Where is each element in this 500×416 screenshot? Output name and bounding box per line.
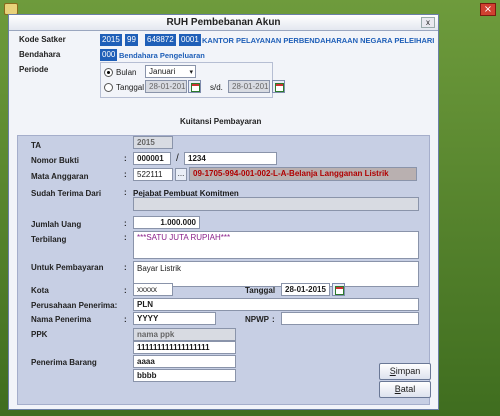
calendar-icon[interactable]	[188, 80, 201, 93]
perusahaan-label: Perusahaan Penerima:	[31, 301, 118, 310]
untuk-pembayaran-input[interactable]: Bayar Listrik	[133, 261, 419, 287]
bendahara-label: Bendahara	[19, 50, 61, 59]
colon: :	[124, 188, 127, 197]
colon: :	[124, 286, 127, 295]
tanggal-radio[interactable]	[104, 83, 113, 92]
colon: :	[124, 170, 127, 179]
mata-anggaran-description: 09-1705-994-001-002-L-A-Belanja Langgana…	[189, 167, 417, 181]
tanggal-input[interactable]: 28-01-2015	[281, 283, 330, 296]
calendar-icon[interactable]	[332, 283, 345, 296]
kode-satker-label: Kode Satker	[19, 35, 66, 44]
bendahara-code[interactable]: 000	[100, 49, 118, 61]
outer-close-icon[interactable]: ×	[480, 3, 496, 16]
batal-label: atal	[400, 384, 416, 394]
terbilang-label: Terbilang	[31, 235, 67, 244]
tanggal-radio-label: Tanggal	[116, 83, 145, 92]
ruh-window: RUH Pembebanan Akun x Kode Satker 2015 9…	[8, 14, 439, 410]
chevron-down-icon: ▾	[189, 69, 193, 76]
ppk-nip-input[interactable]: 111111111111111111	[133, 341, 236, 354]
npwp-label: NPWP	[245, 315, 269, 324]
nomor-bukti-input-2[interactable]: 1234	[184, 152, 277, 165]
tanggal-to-input[interactable]: 28-01-2015	[228, 80, 270, 93]
perusahaan-input[interactable]: PLN	[133, 298, 419, 311]
mata-anggaran-code[interactable]: 522111	[133, 168, 173, 181]
sudah-terima-input[interactable]	[133, 197, 419, 211]
simpan-button[interactable]: Simpan	[379, 363, 431, 380]
periode-label: Periode	[19, 65, 49, 74]
slash: /	[176, 153, 179, 164]
tanggal-label: Tanggal	[245, 286, 276, 295]
colon: :	[124, 263, 127, 272]
mata-anggaran-browse-button[interactable]: ...	[175, 168, 187, 181]
calendar-icon[interactable]	[272, 80, 285, 93]
penerima-barang-input-2[interactable]: bbbb	[133, 369, 236, 382]
nomor-bukti-input-1[interactable]: 000001	[133, 152, 171, 165]
ta-label: TA	[31, 141, 42, 150]
batal-button[interactable]: Batal	[379, 381, 431, 398]
kode-satker-name: KANTOR PELAYANAN PERBENDAHARAAN NEGARA P…	[202, 36, 435, 45]
bulan-select-value: Januari	[149, 67, 176, 76]
mata-anggaran-label: Mata Anggaran	[31, 172, 89, 181]
colon: :	[124, 315, 127, 324]
ta-input[interactable]: 2015	[133, 136, 173, 149]
nama-penerima-input[interactable]: YYYY	[133, 312, 216, 325]
penerima-barang-input-1[interactable]: aaaa	[133, 355, 236, 368]
nomor-bukti-label: Nomor Bukti	[31, 156, 79, 165]
section-title: Kuitansi Pembayaran	[180, 117, 262, 126]
ppk-name-input[interactable]: nama ppk	[133, 328, 236, 341]
colon: :	[272, 315, 275, 324]
bulan-label: Bulan	[116, 68, 137, 77]
window-close-button[interactable]: x	[421, 17, 435, 28]
sd-label: s/d.	[210, 83, 223, 92]
npwp-input[interactable]	[281, 312, 419, 325]
colon: :	[124, 233, 127, 242]
title-bar: RUH Pembebanan Akun x	[9, 15, 438, 31]
kota-input[interactable]: xxxxx	[133, 283, 173, 296]
kode-satker-code-1[interactable]: 99	[125, 34, 138, 46]
penerima-barang-label: Penerima Barang	[31, 358, 97, 367]
colon: :	[124, 219, 127, 228]
nama-penerima-label: Nama Penerima	[31, 315, 92, 324]
jumlah-uang-input[interactable]: 1.000.000	[133, 216, 200, 229]
kode-satker-code-3[interactable]: 0001	[179, 34, 201, 46]
simpan-label: impan	[395, 366, 421, 376]
ppk-label: PPK	[31, 330, 48, 339]
tanggal-from-input[interactable]: 28-01-2015	[145, 80, 187, 93]
terbilang-input[interactable]: ***SATU JUTA RUPIAH***	[133, 231, 419, 259]
jumlah-uang-label: Jumlah Uang	[31, 220, 82, 229]
bendahara-name: Bendahara Pengeluaran	[119, 51, 205, 60]
untuk-pembayaran-label: Untuk Pembayaran	[31, 263, 104, 272]
kode-satker-year[interactable]: 2015	[100, 34, 122, 46]
sudah-terima-label: Sudah Terima Dari	[31, 189, 102, 198]
bulan-radio[interactable]	[104, 68, 113, 77]
kode-satker-code-2[interactable]: 648872	[145, 34, 176, 46]
kota-label: Kota	[31, 286, 49, 295]
bulan-select[interactable]: Januari ▾	[145, 65, 196, 78]
window-title: RUH Pembebanan Akun	[166, 17, 281, 28]
colon: :	[124, 154, 127, 163]
